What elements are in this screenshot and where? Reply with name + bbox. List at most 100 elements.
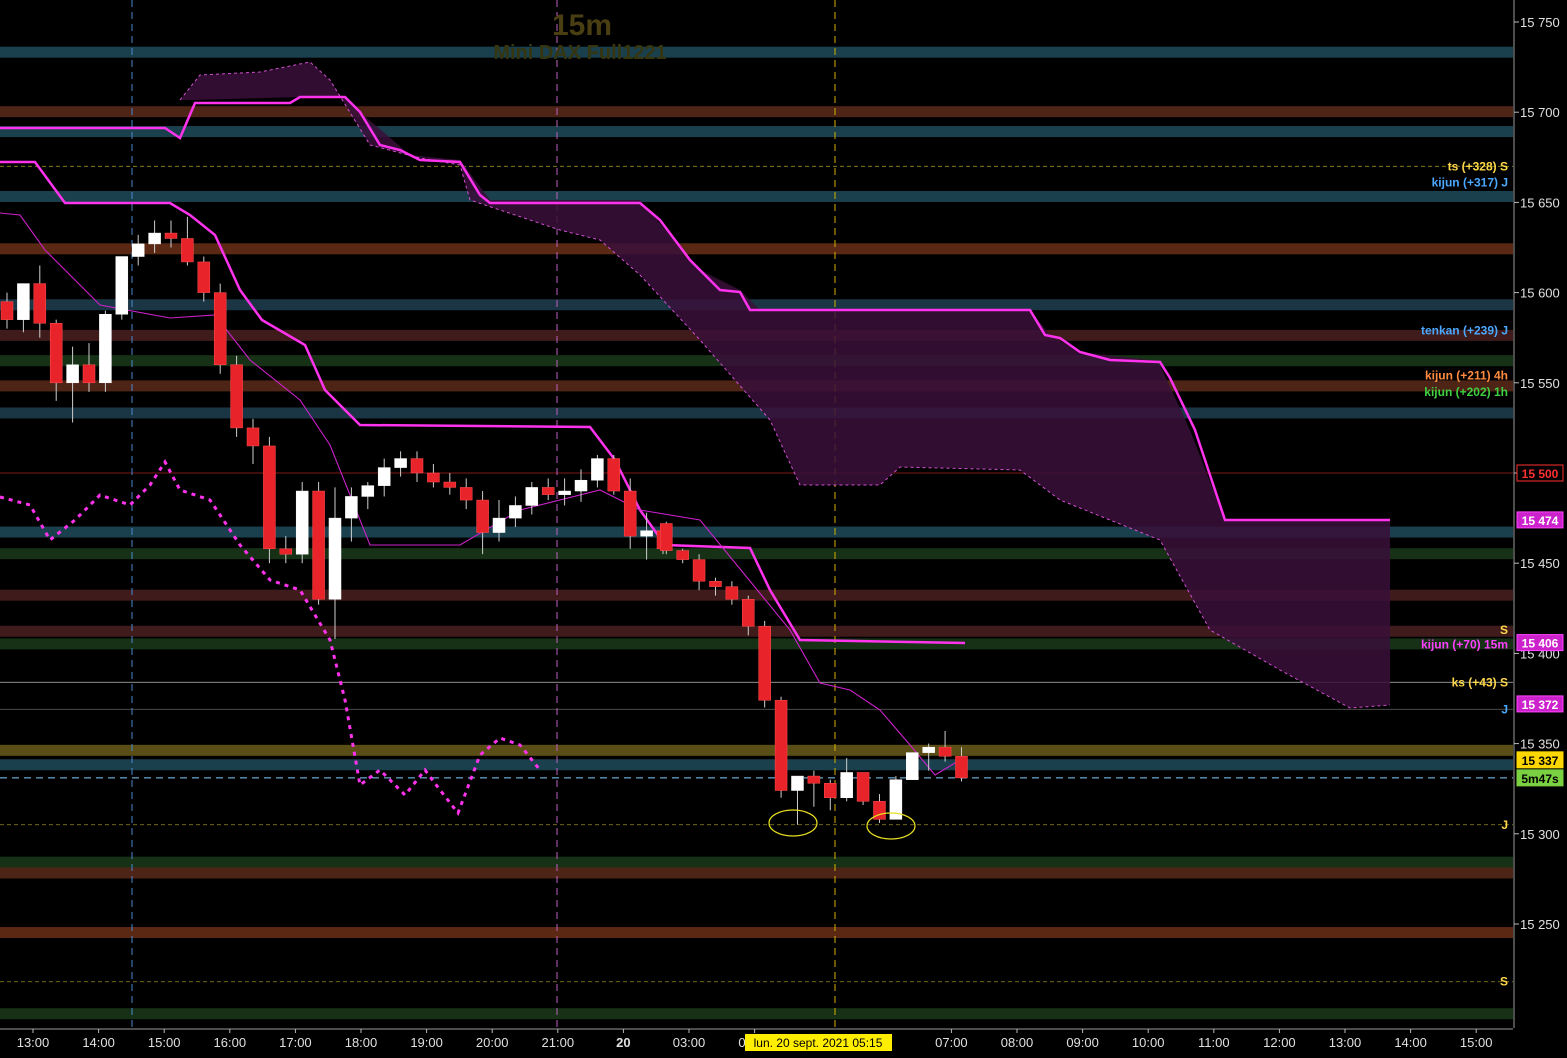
level-annotation: ks (+43) S (1452, 675, 1508, 689)
candle-body[interactable] (197, 261, 211, 293)
price-tag-label: 15 372 (1522, 698, 1559, 712)
candle-body[interactable] (623, 490, 637, 537)
zone-band (0, 759, 1513, 771)
level-annotation: kijun (+70) 15m (1421, 637, 1508, 651)
x-tick-label: 13:00 (1329, 1035, 1362, 1050)
candle-body[interactable] (758, 626, 771, 701)
x-tick-label: 09:00 (1066, 1035, 1099, 1050)
candle-body[interactable] (558, 490, 571, 495)
candle-body[interactable] (279, 548, 293, 555)
candle-body[interactable] (922, 746, 935, 753)
candle-body[interactable] (361, 485, 375, 497)
candle-body[interactable] (328, 517, 342, 600)
candle-body[interactable] (791, 775, 804, 791)
zone-band (0, 126, 1513, 138)
chart-area[interactable]: 15m Mini DAX Full1221 15 750 15 700 15 650 15… (0, 0, 1567, 1053)
x-tick-label: 18:00 (345, 1035, 378, 1050)
level-annotation: kijun (+211) 4h (1425, 369, 1508, 383)
candle-body[interactable] (213, 292, 227, 366)
candle-body[interactable] (427, 472, 440, 483)
candle-body[interactable] (725, 586, 739, 600)
y-tick-label: 15 750 (1520, 15, 1560, 30)
candle-body[interactable] (148, 232, 161, 245)
candle-body[interactable] (33, 283, 47, 324)
x-tick-label: 15:00 (148, 1035, 181, 1050)
candle-body[interactable] (574, 479, 588, 492)
candle-body[interactable] (115, 256, 129, 315)
candle-body[interactable] (246, 427, 260, 447)
candle-body[interactable] (410, 458, 424, 474)
x-tick-label: 10:00 (1132, 1035, 1165, 1050)
price-tag-label: 15 474 (1522, 514, 1559, 528)
candle-body[interactable] (906, 752, 919, 780)
candle-body[interactable] (856, 772, 870, 802)
zone-band (0, 46, 1513, 58)
y-tick-label: 15 700 (1520, 105, 1560, 120)
candle-body[interactable] (840, 772, 853, 798)
candle-body[interactable] (49, 323, 63, 384)
candle-body[interactable] (295, 490, 309, 555)
instrument-watermark: Mini DAX Full1221 (493, 42, 666, 64)
candle-body[interactable] (377, 467, 391, 486)
x-tick-label: 20 (616, 1035, 630, 1050)
x-tick-label: 12:00 (1263, 1035, 1296, 1050)
candle-body[interactable] (66, 364, 79, 384)
y-tick-label: 15 650 (1520, 195, 1560, 210)
level-annotation: ts (+328) S (1448, 159, 1508, 173)
candle-body[interactable] (459, 487, 473, 501)
price-tag-label: 15 500 (1522, 467, 1559, 481)
candle-body[interactable] (676, 550, 689, 560)
zone-band (0, 106, 1513, 118)
candle-body[interactable] (591, 458, 604, 481)
x-tick-label: 07:00 (935, 1035, 968, 1050)
y-tick-label: 15 600 (1520, 286, 1560, 301)
price-tag-label: 15 406 (1522, 637, 1559, 651)
candle-body[interactable] (692, 559, 706, 582)
candlestick-chart[interactable]: 15mMini DAX Full1221 15 750 15 700 15 650 15… (0, 0, 1567, 1053)
candle-body[interactable] (955, 755, 968, 779)
level-annotation: kijun (+317) J (1432, 176, 1508, 190)
candle-body[interactable] (443, 481, 457, 488)
candle-body[interactable] (525, 487, 539, 506)
candle-body[interactable] (824, 783, 837, 798)
candle-body[interactable] (0, 301, 14, 320)
candle-body[interactable] (607, 458, 621, 492)
candle-body[interactable] (131, 243, 145, 257)
x-tick-label: 15:00 (1460, 1035, 1493, 1050)
zone-band (0, 407, 1513, 419)
level-annotation: kijun (+202) 1h (1424, 385, 1508, 399)
candle-body[interactable] (476, 499, 489, 533)
candle-body[interactable] (807, 775, 821, 784)
zone-band (0, 744, 1513, 756)
candle-body[interactable] (263, 445, 276, 550)
candle-body[interactable] (17, 283, 30, 320)
x-tick-label: 11:00 (1198, 1035, 1230, 1050)
x-tick-label: 19:00 (410, 1035, 443, 1050)
zone-band (0, 927, 1513, 939)
candle-body[interactable] (742, 599, 755, 627)
x-tick-label: 16:00 (214, 1035, 247, 1050)
timeframe-watermark: 15m (552, 9, 612, 42)
y-tick-label: 15 350 (1520, 737, 1560, 752)
candle-body[interactable] (938, 746, 952, 757)
candle-body[interactable] (230, 364, 243, 429)
x-tick-label: 17:00 (279, 1035, 312, 1050)
candle-body[interactable] (709, 580, 722, 587)
candle-body[interactable] (660, 523, 673, 551)
candle-body[interactable] (312, 490, 325, 600)
candle-body[interactable] (509, 505, 522, 519)
candle-body[interactable] (99, 313, 112, 384)
candle-body[interactable] (394, 458, 407, 468)
x-tick-label: 03:00 (673, 1035, 706, 1050)
candle-body[interactable] (164, 232, 178, 239)
zone-band (0, 243, 1513, 255)
y-tick-label: 15 550 (1520, 376, 1560, 391)
candle-body[interactable] (345, 496, 358, 519)
candle-body[interactable] (774, 700, 788, 791)
candle-body[interactable] (82, 364, 96, 384)
candle-body[interactable] (181, 238, 194, 263)
candle-body[interactable] (492, 517, 506, 533)
zone-band (0, 1008, 1513, 1020)
candle-body[interactable] (640, 530, 653, 537)
candle-body[interactable] (541, 487, 555, 495)
